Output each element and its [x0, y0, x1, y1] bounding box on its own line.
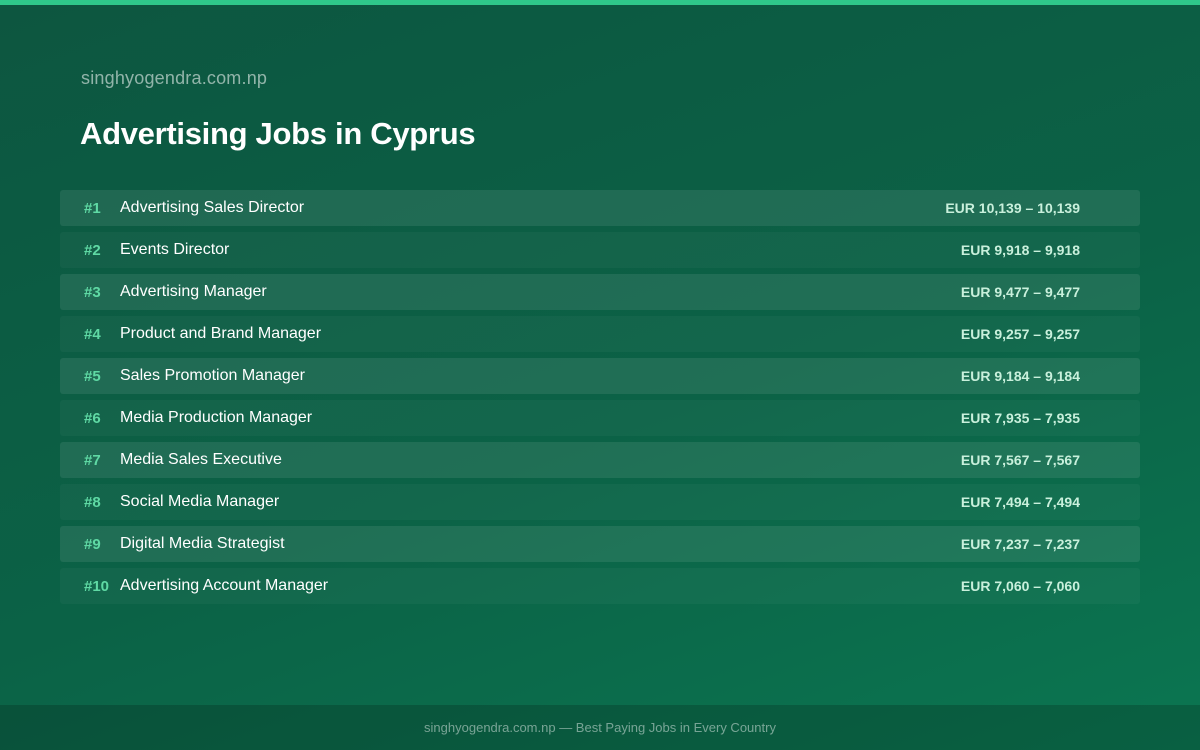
job-title: Sales Promotion Manager — [120, 367, 305, 384]
footer-text: singhyogendra.com.np — Best Paying Jobs … — [424, 720, 776, 735]
job-row: #4 Product and Brand Manager EUR 9,257 –… — [60, 316, 1140, 352]
job-row: #6 Media Production Manager EUR 7,935 – … — [60, 400, 1140, 436]
job-title: Advertising Sales Director — [120, 199, 305, 216]
job-rank: #2 — [84, 241, 101, 259]
job-title: Media Production Manager — [120, 409, 313, 426]
job-salary: EUR 9,477 – 9,477 — [960, 284, 1080, 300]
job-rank: #8 — [84, 493, 101, 511]
job-rank: #9 — [84, 535, 101, 553]
job-salary: EUR 7,494 – 7,494 — [960, 494, 1080, 510]
job-salary: EUR 10,139 – 10,139 — [945, 200, 1080, 216]
job-rank: #10 — [84, 577, 110, 595]
job-rank: #4 — [84, 325, 101, 343]
page-title: Advertising Jobs in Cyprus — [80, 116, 476, 151]
top-accent-bar — [0, 0, 1200, 5]
job-salary: EUR 7,935 – 7,935 — [960, 410, 1080, 426]
job-title: Social Media Manager — [120, 493, 280, 510]
job-row: #3 Advertising Manager EUR 9,477 – 9,477 — [60, 274, 1140, 310]
job-row: #1 Advertising Sales Director EUR 10,139… — [60, 190, 1140, 226]
job-title: Digital Media Strategist — [120, 535, 285, 552]
footer: singhyogendra.com.np — Best Paying Jobs … — [0, 705, 1200, 750]
job-title: Advertising Manager — [120, 283, 267, 300]
job-rank: #3 — [84, 283, 101, 301]
site-name: singhyogendra.com.np — [81, 68, 268, 88]
job-row: #9 Digital Media Strategist EUR 7,237 – … — [60, 526, 1140, 562]
job-row: #5 Sales Promotion Manager EUR 9,184 – 9… — [60, 358, 1140, 394]
job-rank: #5 — [84, 367, 101, 385]
job-row: #7 Media Sales Executive EUR 7,567 – 7,5… — [60, 442, 1140, 478]
job-row: #8 Social Media Manager EUR 7,494 – 7,49… — [60, 484, 1140, 520]
job-list: #1 Advertising Sales Director EUR 10,139… — [60, 190, 1140, 610]
job-salary: EUR 7,060 – 7,060 — [960, 578, 1080, 594]
job-salary: EUR 7,237 – 7,237 — [960, 536, 1080, 552]
job-title: Advertising Account Manager — [120, 577, 329, 594]
job-rank: #7 — [84, 451, 101, 469]
job-row: #10 Advertising Account Manager EUR 7,06… — [60, 568, 1140, 604]
job-row: #2 Events Director EUR 9,918 – 9,918 — [60, 232, 1140, 268]
job-title: Product and Brand Manager — [120, 325, 322, 342]
job-rank: #1 — [84, 199, 101, 217]
job-salary: EUR 7,567 – 7,567 — [960, 452, 1080, 468]
job-title: Events Director — [120, 241, 230, 258]
job-rank: #6 — [84, 409, 101, 427]
job-salary: EUR 9,918 – 9,918 — [960, 242, 1080, 258]
job-salary: EUR 9,184 – 9,184 — [960, 368, 1080, 384]
job-salary: EUR 9,257 – 9,257 — [960, 326, 1080, 342]
job-title: Media Sales Executive — [120, 451, 282, 468]
